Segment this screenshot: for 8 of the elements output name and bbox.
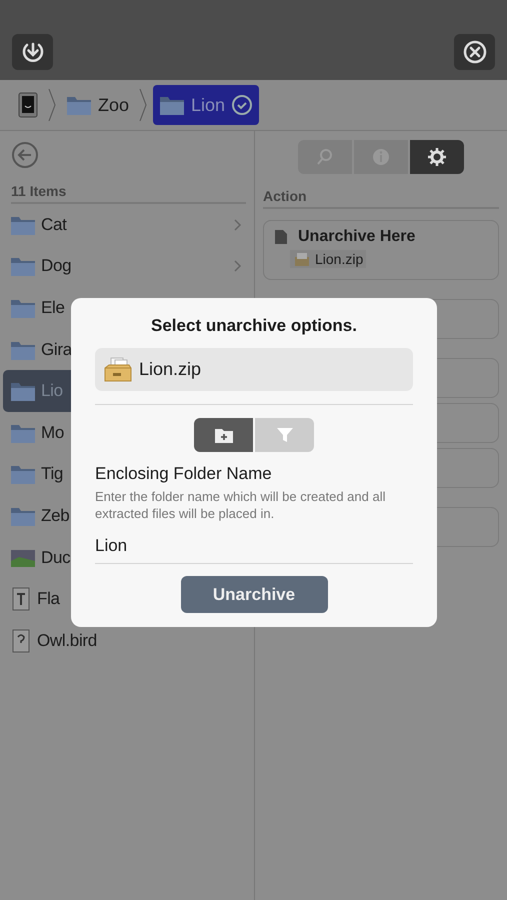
dialog-title: Select unarchive options. xyxy=(150,316,358,336)
archive-name: Lion.zip xyxy=(139,359,202,380)
field-hint: Enter the folder name which will be created and all extracted files will be placed in. xyxy=(95,488,386,522)
section-heading: Action xyxy=(263,188,499,209)
action-title: Unarchive Here xyxy=(298,228,416,246)
item-count: 11 Items xyxy=(11,183,246,204)
field-label: Enclosing Folder Name xyxy=(95,464,273,484)
file-name: Lion.zip xyxy=(315,251,364,267)
